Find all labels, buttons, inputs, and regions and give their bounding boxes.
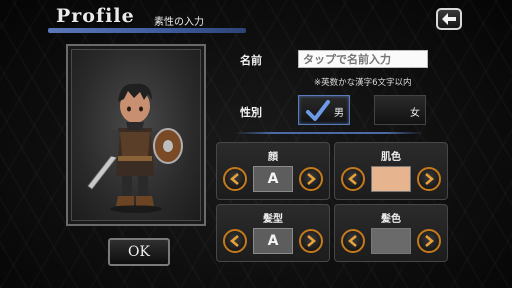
section-divider <box>234 132 424 134</box>
hair-color-title: 髪色 <box>381 214 401 225</box>
chevron-left-icon <box>230 235 239 247</box>
gender-label: 性別 <box>240 106 262 119</box>
chevron-left-icon <box>348 235 357 247</box>
gender-male-label: 男 <box>334 108 344 119</box>
face-panel: 顔 A <box>216 142 330 200</box>
chevron-right-icon <box>307 173 316 185</box>
page-title: Profile <box>56 5 135 27</box>
hair-color-panel: 髪色 <box>334 204 448 262</box>
back-arrow-icon <box>442 13 456 25</box>
skin-color-swatch <box>371 166 411 192</box>
hair-color-next-button[interactable] <box>417 229 441 253</box>
header: Profile 素性の入力 <box>48 5 246 33</box>
gender-female-button[interactable]: 女 <box>374 95 426 125</box>
hair-title: 髪型 <box>263 214 283 225</box>
chevron-left-icon <box>348 173 357 185</box>
hair-next-button[interactable] <box>299 229 323 253</box>
chevron-right-icon <box>425 235 434 247</box>
face-next-button[interactable] <box>299 167 323 191</box>
gender-male-button[interactable]: 男 <box>298 95 350 125</box>
hair-panel: 髪型 A <box>216 204 330 262</box>
face-title: 顔 <box>268 152 278 163</box>
page-subtitle: 素性の入力 <box>154 17 204 28</box>
gender-female-label: 女 <box>410 108 420 119</box>
chevron-right-icon <box>425 173 434 185</box>
face-prev-button[interactable] <box>223 167 247 191</box>
name-input[interactable] <box>298 50 428 68</box>
hair-color-swatch <box>371 228 411 254</box>
character-portrait <box>66 44 206 226</box>
hair-value: A <box>253 228 293 254</box>
skin-title: 肌色 <box>381 152 401 163</box>
hair-color-prev-button[interactable] <box>341 229 365 253</box>
hair-prev-button[interactable] <box>223 229 247 253</box>
character-sprite <box>87 83 183 213</box>
header-underline <box>48 28 246 33</box>
checkmark-icon <box>306 100 330 121</box>
skin-panel: 肌色 <box>334 142 448 200</box>
chevron-right-icon <box>307 235 316 247</box>
ok-button[interactable]: OK <box>108 238 170 266</box>
name-hint: ※英数かな漢字6文字以内 <box>314 78 412 88</box>
face-value: A <box>253 166 293 192</box>
name-label: 名前 <box>240 54 262 67</box>
skin-prev-button[interactable] <box>341 167 365 191</box>
skin-next-button[interactable] <box>417 167 441 191</box>
chevron-left-icon <box>230 173 239 185</box>
back-button[interactable] <box>436 8 462 30</box>
